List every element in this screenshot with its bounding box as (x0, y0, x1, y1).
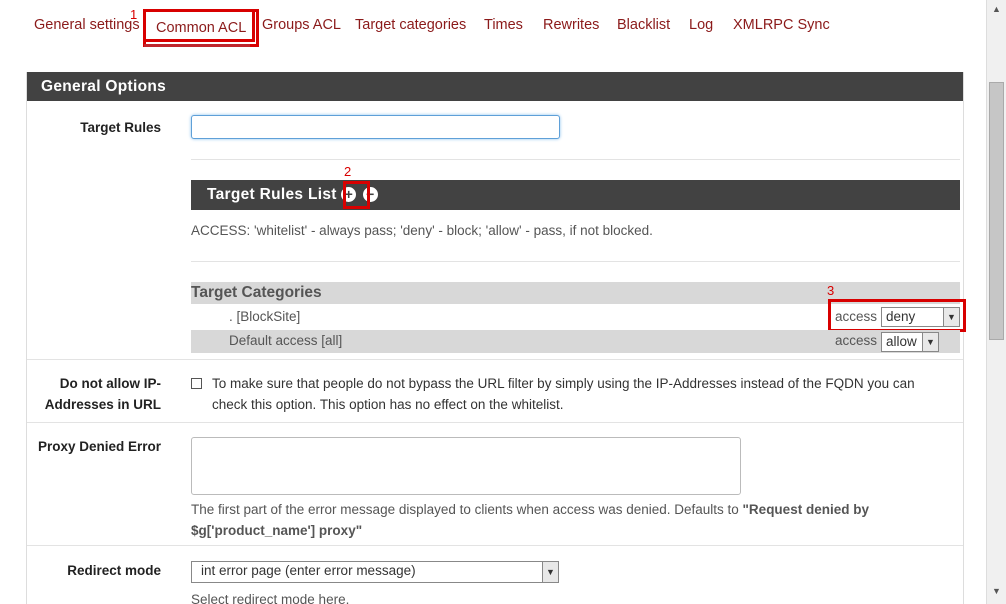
annotation-number-1: 1 (130, 7, 138, 22)
annotation-box-2 (343, 181, 370, 209)
access-select-default[interactable]: allow ▼ (881, 332, 939, 352)
category-row-default: Default access [all] access allow ▼ (191, 330, 960, 353)
annotation-number-3: 3 (827, 283, 835, 298)
scroll-up-icon[interactable]: ▲ (988, 1, 1005, 18)
scrollbar-thumb[interactable] (989, 82, 1004, 340)
dropdown-arrow-icon: ▼ (922, 333, 938, 351)
tab-general-settings[interactable]: General settings (34, 17, 140, 33)
redirect-mode-help: Select redirect mode here. (191, 592, 350, 604)
active-tab-underline (144, 44, 250, 47)
target-rules-label: Target Rules (80, 120, 161, 135)
proxy-denied-textarea[interactable] (191, 437, 741, 495)
target-rules-input[interactable] (191, 115, 560, 139)
tab-rewrites[interactable]: Rewrites (543, 17, 599, 33)
annotation-box-3 (828, 299, 966, 332)
ip-addresses-description: To make sure that people do not bypass t… (212, 376, 915, 412)
target-rules-list-title: Target Rules List (207, 186, 337, 203)
target-rules-row: Target Rules 2 Target Rules List + − ACC… (27, 101, 966, 360)
tab-times[interactable]: Times (484, 17, 523, 33)
access-help-text: ACCESS: 'whitelist' - always pass; 'deny… (191, 223, 653, 238)
proxy-denied-help: The first part of the error message disp… (191, 502, 869, 538)
annotation-box-1 (143, 9, 255, 42)
tab-target-categories[interactable]: Target categories (355, 17, 466, 33)
panel-title: General Options (27, 72, 963, 101)
redirect-mode-label: Redirect mode (67, 563, 161, 578)
divider (191, 159, 960, 160)
divider (191, 261, 960, 262)
redirect-mode-row: Redirect mode int error page (enter erro… (27, 546, 963, 604)
category-name: Default access [all] (229, 333, 343, 348)
proxy-denied-row: Proxy Denied Error The first part of the… (27, 423, 963, 546)
proxy-denied-label: Proxy Denied Error (37, 439, 161, 454)
tab-xmlrpc-sync[interactable]: XMLRPC Sync (733, 17, 830, 33)
ip-addresses-row: Do not allow IP- Addresses in URL To mak… (27, 360, 963, 423)
scroll-down-icon[interactable]: ▼ (988, 583, 1005, 600)
category-name: . [BlockSite] (229, 309, 301, 324)
general-options-panel: General Options Target Rules 2 Target Ru… (26, 72, 966, 604)
tab-groups-acl[interactable]: Groups ACL (262, 17, 341, 33)
vertical-scrollbar[interactable]: ▲ ▼ (986, 0, 1006, 604)
ip-addresses-label: Do not allow IP- Addresses in URL (44, 376, 161, 412)
ip-addresses-checkbox[interactable] (191, 378, 202, 389)
target-rules-list-header: Target Rules List + − (191, 180, 960, 210)
access-label: access (835, 333, 878, 348)
annotation-number-2: 2 (344, 164, 352, 179)
tab-blacklist[interactable]: Blacklist (617, 17, 670, 33)
redirect-mode-select[interactable]: int error page (enter error message) ▼ (191, 561, 559, 583)
dropdown-arrow-icon: ▼ (542, 562, 558, 582)
tab-log[interactable]: Log (689, 17, 713, 33)
